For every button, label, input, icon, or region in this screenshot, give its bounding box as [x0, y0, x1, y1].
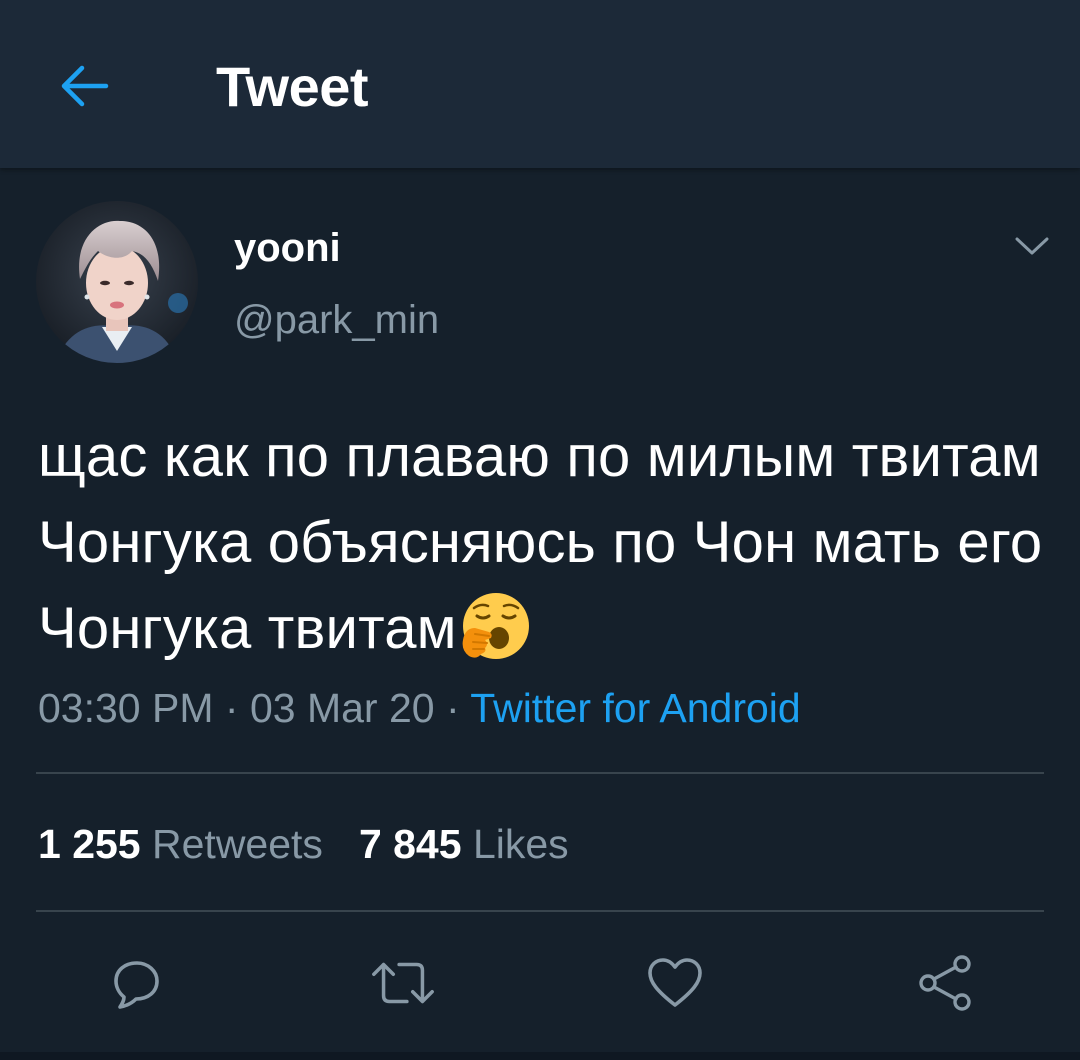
- reply-button[interactable]: [100, 948, 170, 1018]
- likes-stat[interactable]: 7 845 Likes: [359, 820, 569, 868]
- tweet-action-bar: [0, 940, 1080, 1020]
- divider: [36, 910, 1044, 912]
- retweet-icon: [372, 962, 434, 1004]
- yawning-face-emoji: [459, 588, 533, 662]
- retweets-label: Retweets: [152, 821, 323, 867]
- chevron-down-icon: [1015, 237, 1049, 255]
- like-button[interactable]: [640, 948, 710, 1018]
- author-display-name[interactable]: yooni: [234, 224, 341, 272]
- likes-label: Likes: [472, 821, 569, 867]
- tweet-stats: 1 255 Retweets 7 845 Likes: [38, 820, 569, 868]
- tweet-text: щас как по плаваю по милым твитам Чонгук…: [38, 414, 1048, 672]
- likes-count: 7 845: [358, 821, 462, 867]
- tweet-meta: 03:30 PM · 03 Mar 20 · Twitter for Andro…: [38, 684, 801, 732]
- retweets-stat[interactable]: 1 255 Retweets: [38, 820, 323, 868]
- profile-photo: [36, 201, 198, 363]
- reply-icon: [114, 961, 159, 1009]
- back-button[interactable]: [52, 54, 116, 118]
- avatar[interactable]: [36, 201, 198, 363]
- author-handle[interactable]: @park_min: [234, 296, 439, 344]
- share-button[interactable]: [910, 948, 980, 1018]
- tweet-menu-button[interactable]: [1010, 226, 1054, 266]
- tweet-date: 03 Mar 20: [249, 685, 435, 731]
- page-title: Tweet: [216, 55, 369, 118]
- tweet-body-text: щас как по плаваю по милым твитам Чонгук…: [38, 424, 1043, 661]
- bottom-border: [0, 1052, 1080, 1060]
- meta-separator: ·: [224, 685, 239, 731]
- retweets-count: 1 255: [38, 821, 141, 867]
- tweet-time: 03:30 PM: [38, 685, 214, 731]
- arrow-left-icon: [61, 65, 109, 107]
- divider: [36, 772, 1044, 774]
- retweet-button[interactable]: [368, 948, 438, 1018]
- share-icon: [919, 955, 971, 1011]
- meta-separator: ·: [445, 685, 460, 731]
- heart-icon: [648, 958, 702, 1007]
- top-app-bar: Tweet: [0, 0, 1080, 168]
- tweet-source-link[interactable]: Twitter for Android: [470, 685, 800, 731]
